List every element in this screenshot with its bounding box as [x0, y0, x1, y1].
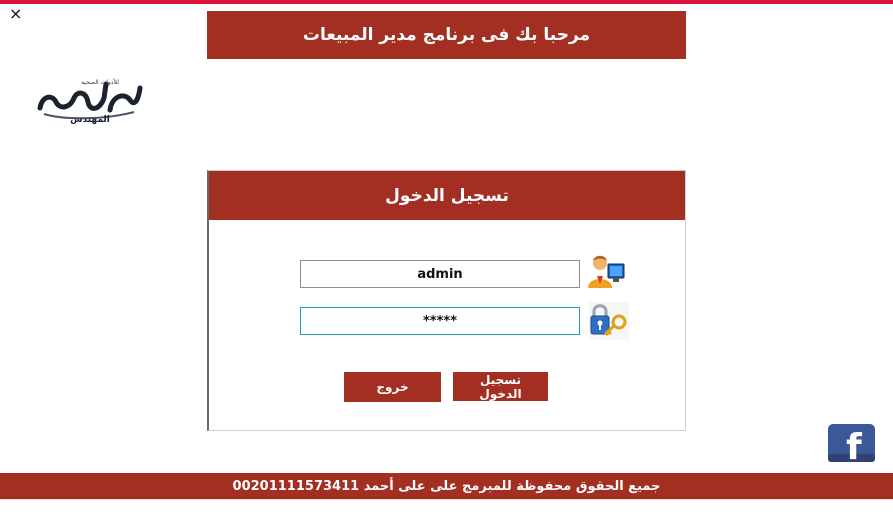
login-title: تسجيل الدخول: [385, 185, 509, 206]
logo-text: المهندس: [70, 115, 110, 125]
password-field[interactable]: [300, 307, 580, 335]
login-panel: تسجيل الدخول خروج تسجيل الدخول: [207, 170, 686, 431]
lock-key-icon: [589, 302, 629, 340]
footer-bar: جميع الحقوق محفوظة للمبرمج على على أحمد …: [0, 473, 893, 499]
welcome-text: مرحبا بك فى برنامج مدير المبيعات: [302, 25, 591, 45]
login-header: تسجيل الدخول: [209, 171, 685, 220]
window-top-strip: [0, 0, 893, 4]
user-computer-icon: [588, 255, 625, 288]
welcome-banner: مرحبا بك فى برنامج مدير المبيعات: [207, 11, 686, 59]
username-field[interactable]: [300, 260, 580, 288]
facebook-letter: f: [846, 427, 862, 462]
window-bottom-edge: [0, 499, 893, 512]
close-icon[interactable]: ×: [9, 5, 25, 23]
copyright-text: جميع الحقوق محفوظة للمبرمج على على أحمد …: [232, 478, 661, 494]
login-button[interactable]: تسجيل الدخول: [453, 372, 548, 401]
facebook-icon[interactable]: f: [828, 424, 875, 462]
exit-button[interactable]: خروج: [344, 372, 441, 402]
logo-subtext: للأدوات الصحية: [81, 78, 119, 86]
app-logo: المهندس للأدوات الصحية: [37, 78, 143, 125]
